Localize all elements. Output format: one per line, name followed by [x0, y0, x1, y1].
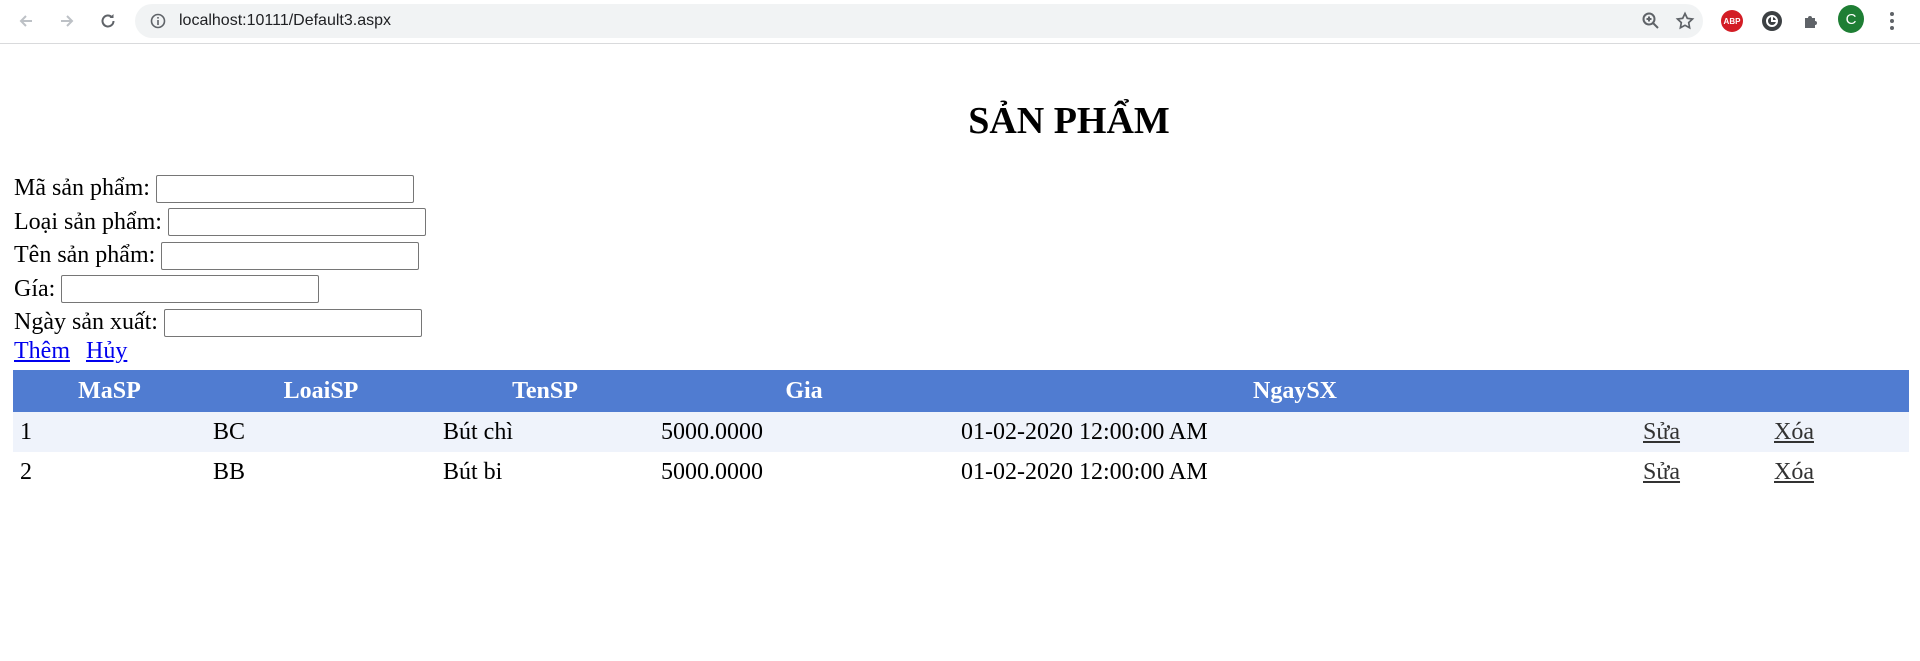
cell-ngaysx: 01-02-2020 12:00:00 AM: [954, 452, 1636, 492]
cell-gia: 5000.0000: [654, 452, 954, 492]
cell-masp: 2: [13, 452, 206, 492]
loai-input[interactable]: [167, 208, 426, 237]
header-tensp: TenSP: [436, 370, 654, 412]
table-header-row: MaSP LoaiSP TenSP Gia NgaySX: [13, 370, 1909, 412]
reload-icon: [101, 14, 115, 28]
edit-link[interactable]: Sửa: [1643, 459, 1680, 485]
table-row: 2 BB Bút bi 5000.0000 01-02-2020 12:00:0…: [13, 452, 1909, 492]
extension-icon[interactable]: [1759, 8, 1785, 34]
ten-label: Tên sản phẩm:: [14, 242, 156, 269]
cell-tensp: Bút bi: [436, 452, 654, 492]
edit-cell: Sửa: [1636, 452, 1767, 492]
cell-masp: 1: [13, 412, 206, 452]
table-row: 1 BC Bút chì 5000.0000 01-02-2020 12:00:…: [13, 412, 1909, 452]
cell-loaisp: BB: [206, 452, 436, 492]
header-delete: [1767, 370, 1909, 412]
ngay-label: Ngày sản xuất:: [14, 309, 158, 336]
page-title: SẢN PHẨM: [968, 100, 1170, 142]
bookmark-star-icon[interactable]: [1675, 11, 1695, 31]
info-icon[interactable]: [149, 12, 167, 30]
forward-arrow-icon: [61, 15, 74, 27]
product-table: MaSP LoaiSP TenSP Gia NgaySX 1 BC Bút ch…: [13, 370, 1909, 492]
ma-input[interactable]: [155, 174, 414, 203]
puzzle-extensions-icon[interactable]: [1799, 8, 1825, 34]
form-actions: Thêm Hủy: [14, 338, 137, 365]
ngay-input[interactable]: [163, 308, 422, 337]
url-text[interactable]: localhost:10111/Default3.aspx: [179, 12, 391, 30]
edit-cell: Sửa: [1636, 412, 1767, 452]
add-link[interactable]: Thêm: [14, 338, 70, 364]
browser-toolbar: localhost:10111/Default3.aspx ABP C: [0, 0, 1920, 44]
delete-cell: Xóa: [1767, 452, 1909, 492]
menu-dots-icon[interactable]: [1879, 8, 1905, 34]
zoom-icon[interactable]: [1641, 11, 1661, 31]
cancel-link[interactable]: Hủy: [86, 338, 127, 364]
cell-ngaysx: 01-02-2020 12:00:00 AM: [954, 412, 1636, 452]
header-loaisp: LoaiSP: [206, 370, 436, 412]
header-ngaysx: NgaySX: [954, 370, 1636, 412]
cell-tensp: Bút chì: [436, 412, 654, 452]
address-bar[interactable]: localhost:10111/Default3.aspx: [135, 4, 1703, 38]
gia-input[interactable]: [61, 275, 320, 304]
reload-button[interactable]: [94, 7, 122, 35]
ten-input[interactable]: [161, 241, 420, 270]
delete-link[interactable]: Xóa: [1774, 459, 1814, 485]
back-arrow-icon: [19, 15, 32, 27]
back-button[interactable]: [12, 7, 40, 35]
gia-label: Gía:: [14, 275, 56, 302]
delete-link[interactable]: Xóa: [1774, 419, 1814, 445]
cell-loaisp: BC: [206, 412, 436, 452]
product-form: Mã sản phẩm: Loại sản phẩm: Tên sản phẩm…: [14, 172, 426, 340]
header-masp: MaSP: [13, 370, 206, 412]
edit-link[interactable]: Sửa: [1643, 419, 1680, 445]
ma-label: Mã sản phẩm:: [14, 175, 150, 202]
profile-avatar[interactable]: C: [1838, 5, 1864, 33]
header-gia: Gia: [654, 370, 954, 412]
header-edit: [1636, 370, 1767, 412]
loai-label: Loại sản phẩm:: [14, 208, 162, 235]
delete-cell: Xóa: [1767, 412, 1909, 452]
cell-gia: 5000.0000: [654, 412, 954, 452]
adblock-plus-icon[interactable]: ABP: [1719, 8, 1745, 34]
forward-button[interactable]: [53, 7, 81, 35]
